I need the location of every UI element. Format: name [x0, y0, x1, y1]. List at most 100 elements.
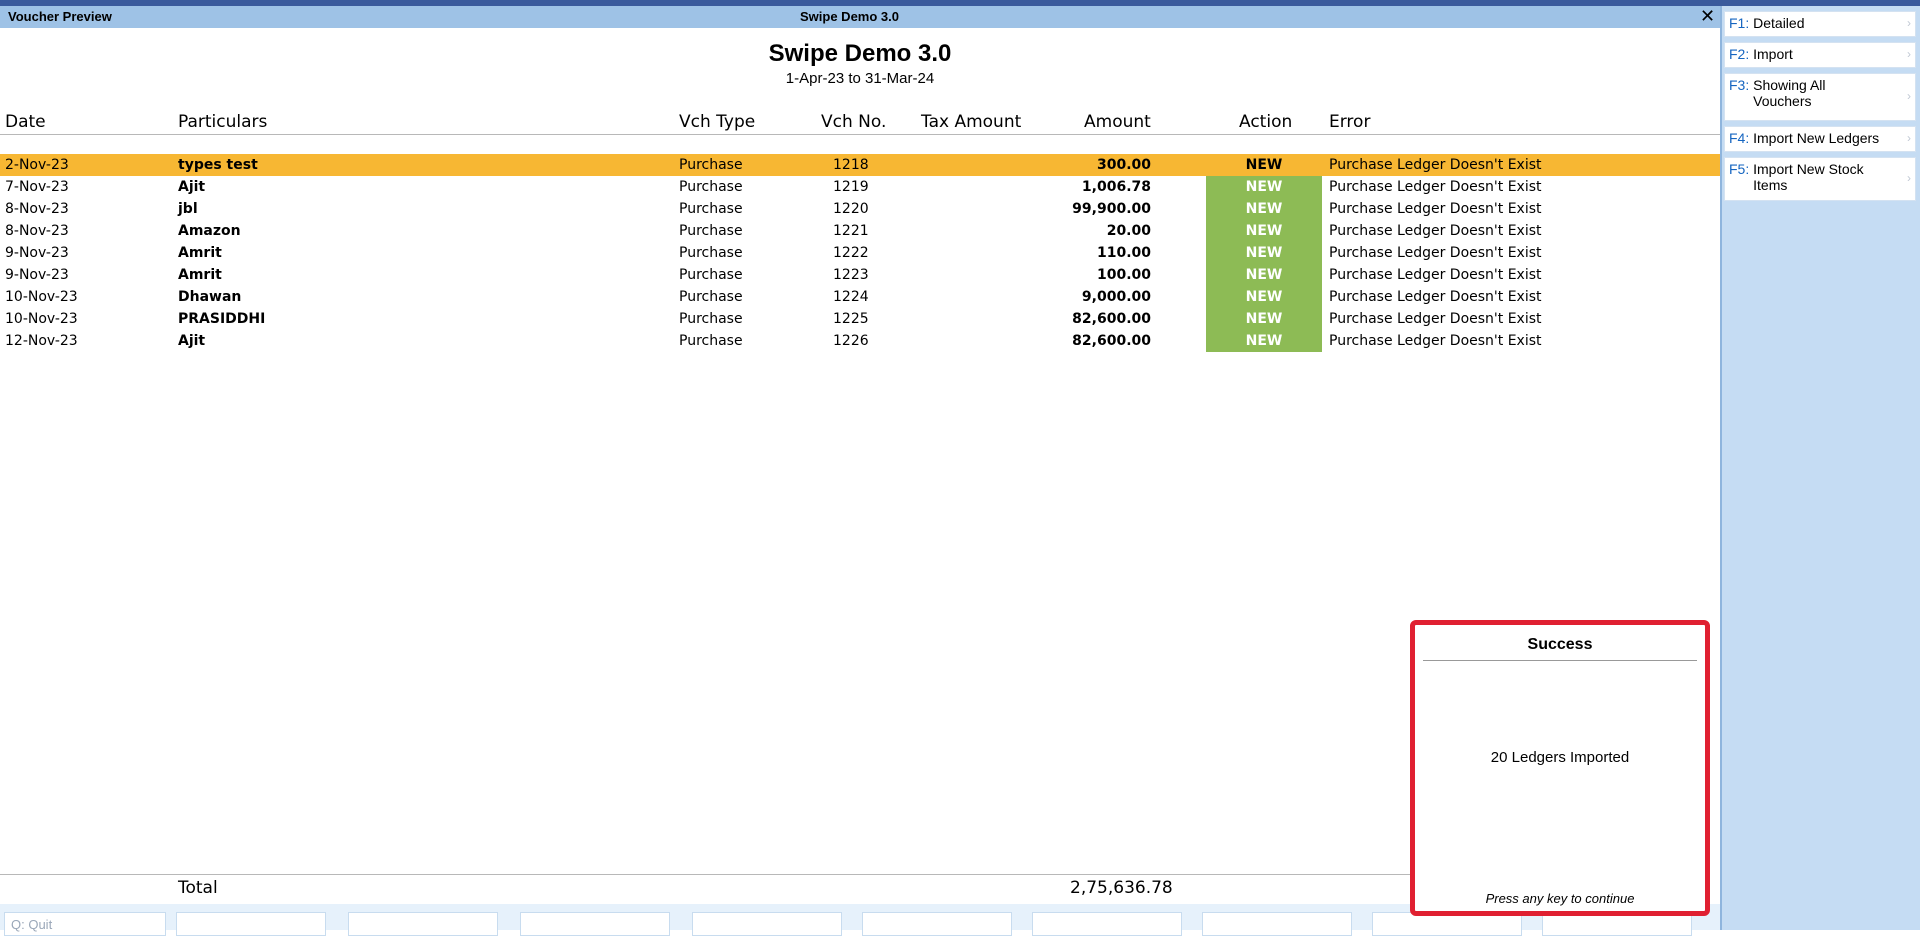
voucher-row[interactable]: 12-Nov-23 Ajit Purchase 1226 82,600.00 N…	[0, 330, 1720, 352]
row-amount: 110.00	[1096, 245, 1151, 261]
success-dialog[interactable]: Success 20 Ledgers Imported Press any ke…	[1410, 620, 1710, 916]
row-vch-type: Purchase	[679, 223, 743, 239]
f2-label: Import	[1753, 46, 1793, 62]
f4-import-new-ledgers-button[interactable]: F4: Import New Ledgers ›	[1724, 126, 1916, 152]
column-header-vch-type: Vch Type	[679, 112, 756, 132]
chevron-right-icon: ›	[1907, 47, 1911, 61]
f3-showing-all-vouchers-button[interactable]: F3: Showing All Vouchers ›	[1724, 73, 1916, 121]
row-vch-type: Purchase	[679, 333, 743, 349]
quit-button[interactable]: Q: Quit	[4, 912, 166, 936]
row-particulars: Ajit	[178, 333, 206, 349]
chevron-right-icon: ›	[1907, 131, 1911, 145]
row-vch-no: 1220	[833, 201, 869, 217]
voucher-row[interactable]: 8-Nov-23 Amazon Purchase 1221 20.00 NEW …	[0, 220, 1720, 242]
row-action-badge: NEW	[1206, 176, 1322, 198]
column-header-vch-no: Vch No.	[821, 112, 887, 132]
chevron-right-icon: ›	[1907, 16, 1911, 30]
row-vch-type: Purchase	[679, 289, 743, 305]
window-title-bar: Voucher Preview Swipe Demo 3.0 ✕	[0, 6, 1720, 28]
f1-key: F1	[1729, 15, 1746, 31]
row-date: 7-Nov-23	[5, 179, 69, 195]
row-action-badge: NEW	[1206, 242, 1322, 264]
row-date: 9-Nov-23	[5, 267, 69, 283]
column-header-date: Date	[5, 112, 46, 132]
total-amount: 2,75,636.78	[1070, 878, 1173, 898]
voucher-row[interactable]: 10-Nov-23 Dhawan Purchase 1224 9,000.00 …	[0, 286, 1720, 308]
total-divider	[0, 874, 1410, 875]
row-vch-no: 1221	[833, 223, 869, 239]
bottom-button-slot[interactable]	[1032, 912, 1182, 936]
row-date: 8-Nov-23	[5, 201, 69, 217]
row-vch-no: 1218	[833, 157, 869, 173]
row-date: 12-Nov-23	[5, 333, 78, 349]
window-center-title: Swipe Demo 3.0	[800, 9, 899, 24]
bottom-button-slot[interactable]	[862, 912, 1012, 936]
column-header-amount: Amount	[1084, 112, 1151, 132]
f5-key: F5	[1729, 161, 1746, 177]
voucher-row[interactable]: 8-Nov-23 jbl Purchase 1220 99,900.00 NEW…	[0, 198, 1720, 220]
bottom-button-slot[interactable]	[520, 912, 670, 936]
row-error: Purchase Ledger Doesn't Exist	[1329, 179, 1542, 195]
row-amount: 82,600.00	[1072, 333, 1151, 349]
row-error: Purchase Ledger Doesn't Exist	[1329, 157, 1542, 173]
chevron-right-icon: ›	[1907, 171, 1911, 185]
row-vch-type: Purchase	[679, 201, 743, 217]
bottom-button-slot[interactable]	[176, 912, 326, 936]
row-error: Purchase Ledger Doesn't Exist	[1329, 289, 1542, 305]
row-amount: 100.00	[1096, 267, 1151, 283]
report-title: Swipe Demo 3.0	[768, 40, 952, 67]
row-date: 9-Nov-23	[5, 245, 69, 261]
row-action-badge: NEW	[1206, 286, 1322, 308]
dialog-title: Success	[1527, 636, 1593, 653]
row-vch-type: Purchase	[679, 179, 743, 195]
bottom-button-slot[interactable]	[692, 912, 842, 936]
f5-import-new-stock-items-button[interactable]: F5: Import New Stock Items ›	[1724, 157, 1916, 201]
row-action-badge: NEW	[1206, 308, 1322, 330]
close-icon[interactable]: ✕	[1700, 6, 1715, 27]
row-error: Purchase Ledger Doesn't Exist	[1329, 245, 1542, 261]
row-particulars: Amazon	[178, 223, 241, 239]
row-amount: 82,600.00	[1072, 311, 1151, 327]
row-particulars: PRASIDDHI	[178, 311, 266, 327]
row-date: 8-Nov-23	[5, 223, 69, 239]
row-particulars: jbl	[178, 201, 198, 217]
row-particulars: Ajit	[178, 179, 206, 195]
f1-label: Detailed	[1753, 15, 1805, 31]
voucher-row[interactable]: 9-Nov-23 Amrit Purchase 1222 110.00 NEW …	[0, 242, 1720, 264]
header-divider	[0, 134, 1720, 135]
row-particulars: Amrit	[178, 267, 222, 283]
voucher-row[interactable]: 10-Nov-23 PRASIDDHI Purchase 1225 82,600…	[0, 308, 1720, 330]
row-vch-no: 1219	[833, 179, 869, 195]
row-error: Purchase Ledger Doesn't Exist	[1329, 267, 1542, 283]
row-amount: 9,000.00	[1081, 289, 1151, 305]
row-particulars: Dhawan	[178, 289, 242, 305]
window-left-title: Voucher Preview	[8, 9, 112, 24]
f5-label: Import New Stock Items	[1753, 161, 1864, 193]
row-amount: 99,900.00	[1072, 201, 1151, 217]
row-action-badge: NEW	[1245, 157, 1283, 173]
row-vch-type: Purchase	[679, 245, 743, 261]
total-label: Total	[178, 878, 218, 898]
dialog-divider	[1423, 660, 1697, 661]
column-header-particulars: Particulars	[178, 112, 268, 132]
row-date: 10-Nov-23	[5, 289, 78, 305]
row-vch-no: 1222	[833, 245, 869, 261]
f3-key: F3	[1729, 77, 1746, 93]
row-action-badge: NEW	[1206, 330, 1322, 352]
row-error: Purchase Ledger Doesn't Exist	[1329, 311, 1542, 327]
voucher-row[interactable]: 2-Nov-23 types test Purchase 1218 300.00…	[0, 154, 1720, 176]
f1-detailed-button[interactable]: F1: Detailed ›	[1724, 11, 1916, 37]
f2-import-button[interactable]: F2: Import ›	[1724, 42, 1916, 68]
column-header-action: Action	[1239, 112, 1293, 132]
row-vch-no: 1224	[833, 289, 869, 305]
report-period: 1-Apr-23 to 31-Mar-24	[785, 70, 935, 87]
voucher-row[interactable]: 7-Nov-23 Ajit Purchase 1219 1,006.78 NEW…	[0, 176, 1720, 198]
row-vch-type: Purchase	[679, 267, 743, 283]
bottom-button-slot[interactable]	[348, 912, 498, 936]
bottom-button-slot[interactable]	[1202, 912, 1352, 936]
row-particulars: types test	[178, 157, 258, 173]
row-amount: 300.00	[1096, 157, 1151, 173]
column-header-error: Error	[1329, 112, 1371, 132]
voucher-row[interactable]: 9-Nov-23 Amrit Purchase 1223 100.00 NEW …	[0, 264, 1720, 286]
row-vch-no: 1226	[833, 333, 869, 349]
